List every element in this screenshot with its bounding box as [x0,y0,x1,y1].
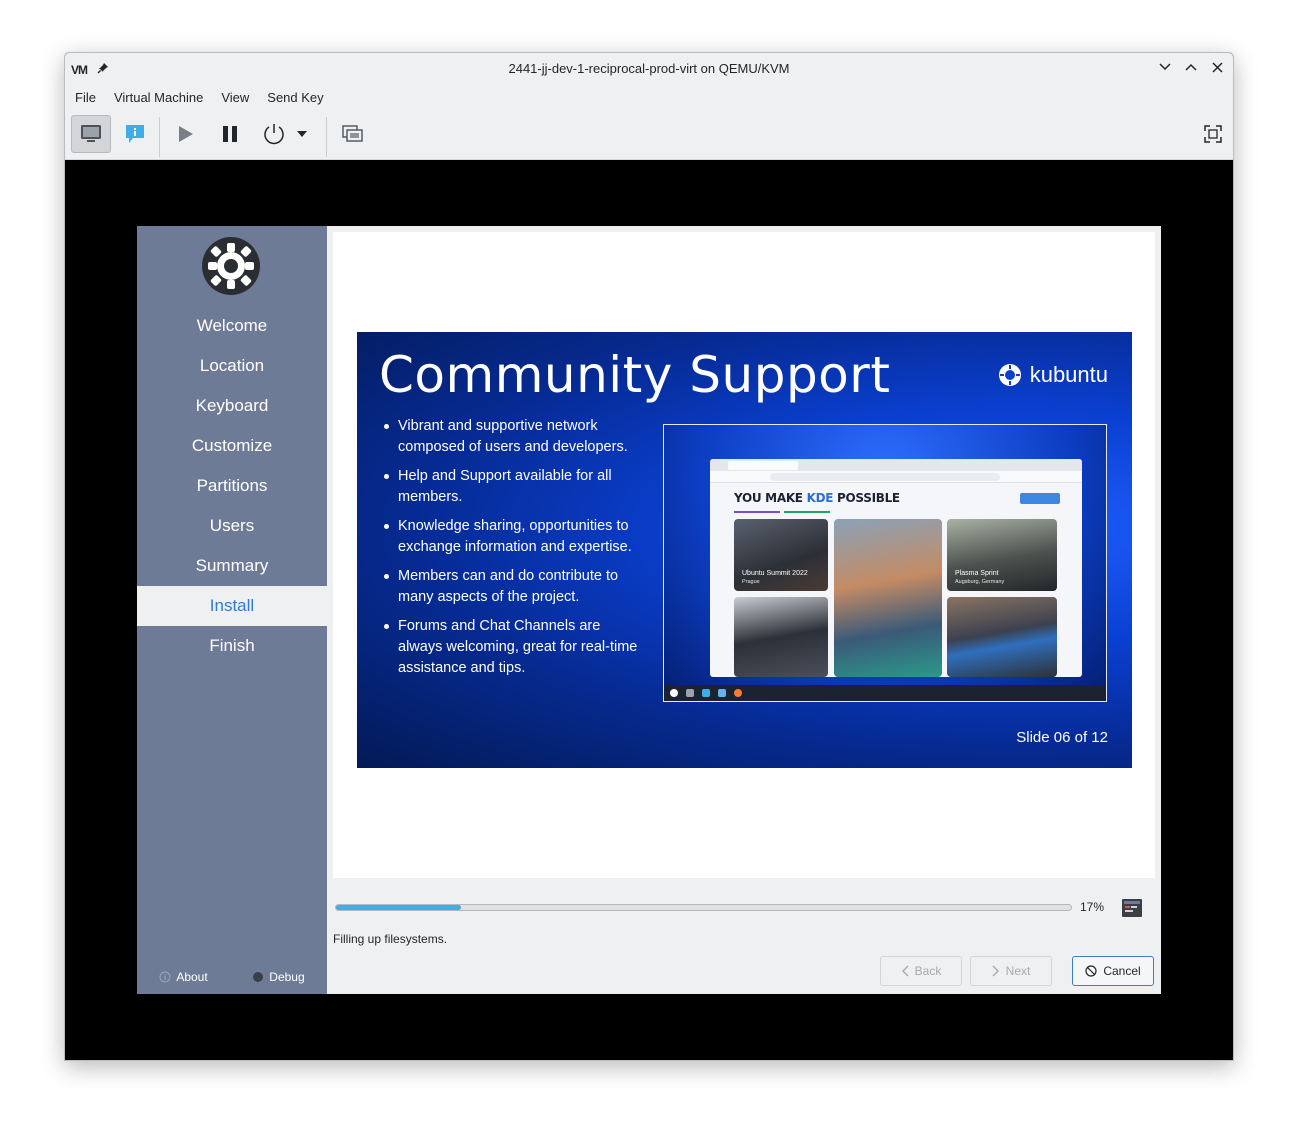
pin-icon[interactable] [97,61,109,79]
next-button[interactable]: Next [970,956,1052,986]
step-keyboard: Keyboard [195,396,269,415]
shutdown-icon[interactable] [254,115,294,153]
back-button[interactable]: Back [880,956,962,986]
kde-headline: YOU MAKE KDE POSSIBLE [734,491,900,505]
bullet-item: Members can and do contribute to many as… [383,566,643,608]
cancel-icon [1085,965,1097,977]
photo-conference [734,597,828,677]
title-bar[interactable]: VM 2441-jj-dev-1-reciprocal-prod-virt on… [65,53,1233,83]
photo-summit: Ubuntu Summit 2022 Prague [734,519,828,591]
back-label: Back [914,964,942,978]
slide: Community Support kubuntu Vibrant and su… [357,332,1132,768]
next-label: Next [1005,964,1031,978]
close-icon[interactable] [1209,59,1225,75]
step-welcome: Welcome [196,316,268,335]
toggle-log-button[interactable] [1121,898,1143,918]
kubuntu-logo-icon [998,364,1021,386]
sidebar-footer: About Debug [137,968,327,986]
cancel-button[interactable]: Cancel [1072,956,1154,986]
menu-virtual-machine[interactable]: Virtual Machine [114,90,203,105]
kubuntu-brand: kubuntu [998,362,1108,388]
desktop-taskbar [664,685,1106,701]
progress-fill [336,905,461,910]
bullet-item: Forums and Chat Channels are always welc… [383,616,643,679]
step-customize: Customize [191,436,273,455]
dropdown-icon[interactable] [290,115,314,153]
brand-name: kubuntu [1029,362,1108,387]
toolbar [65,111,1233,160]
install-status: Filling up filesystems. [333,932,448,946]
info-icon [159,971,171,983]
bullet-item: Vibrant and supportive network composed … [383,416,643,458]
debug-label: Debug [269,970,305,984]
vm-window: VM 2441-jj-dev-1-reciprocal-prod-virt on… [64,52,1234,1061]
bullet-item: Help and Support available for all membe… [383,466,643,508]
menu-view[interactable]: View [221,90,249,105]
step-summary: Summary [195,556,269,575]
progress-bar [335,904,1072,911]
slide-number: Slide 06 of 12 [1016,729,1108,746]
fullscreen-icon[interactable] [1193,115,1233,153]
photo-booth [947,597,1057,677]
details-icon[interactable] [115,115,155,153]
chevron-right-icon [992,965,999,977]
cancel-label: Cancel [1103,964,1141,978]
minimize-icon[interactable] [1157,59,1173,75]
terminal-icon [1122,899,1142,917]
desktop-screenshot: YOU MAKE KDE POSSIBLE Ubuntu Summit 2022… [663,424,1107,702]
installer-sidebar: Welcome Location Keyboard Customize Part… [137,226,327,994]
step-users: Users [209,516,255,535]
step-finish: Finish [209,636,255,655]
maximize-icon[interactable] [1183,59,1199,75]
slide-title: Community Support [379,346,891,404]
run-icon[interactable] [165,115,205,153]
menu-bar: File Virtual Machine View Send Key [65,83,1233,111]
snapshots-icon[interactable] [333,115,373,153]
about-button[interactable]: About [159,968,208,986]
step-location: Location [199,356,265,375]
window-title: 2441-jj-dev-1-reciprocal-prod-virt on QE… [508,60,790,76]
photo-people [834,519,942,677]
installer-logo-icon [202,237,260,295]
progress-percent: 17% [1080,900,1105,914]
about-label: About [176,970,208,984]
debug-button[interactable]: Debug [252,968,305,986]
menu-send-key[interactable]: Send Key [267,90,323,105]
vm-display[interactable]: Welcome Location Keyboard Customize Part… [65,160,1233,1060]
chevron-left-icon [901,965,909,977]
installer-window: Welcome Location Keyboard Customize Part… [137,226,1161,994]
bug-icon [253,972,264,982]
step-install: Install [137,586,327,626]
browser-window-image: YOU MAKE KDE POSSIBLE Ubuntu Summit 2022… [710,459,1082,677]
slideshow-area: Community Support kubuntu Vibrant and su… [333,232,1155,878]
step-partitions: Partitions [196,476,268,495]
photo-sprint: Plasma Sprint Augsburg, Germany [947,519,1057,591]
app-logo: VM [71,63,88,77]
slide-bullets: Vibrant and supportive network composed … [383,416,643,687]
pause-icon[interactable] [210,115,250,153]
console-icon[interactable] [71,115,111,153]
bullet-item: Knowledge sharing, opportunities to exch… [383,516,643,558]
menu-file[interactable]: File [75,90,96,105]
